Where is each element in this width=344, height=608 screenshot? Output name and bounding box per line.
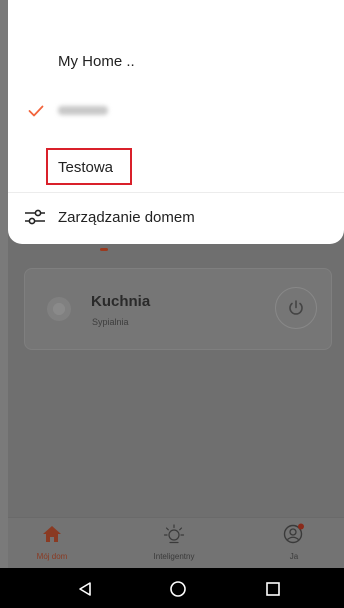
nav-item-home[interactable]: Mój dom xyxy=(12,522,92,561)
device-name: Kuchnia xyxy=(91,293,151,310)
nav-label-smart: Inteligentny xyxy=(153,552,195,561)
recent-apps-button[interactable] xyxy=(262,578,284,600)
home-icon xyxy=(43,526,61,542)
home-option-selected[interactable] xyxy=(8,94,344,134)
highlight-box xyxy=(46,148,132,185)
recent-square-icon xyxy=(266,582,280,596)
tab-indicator xyxy=(100,248,108,251)
nav-label-me: Ja xyxy=(289,552,299,561)
nav-item-me[interactable]: Ja xyxy=(254,522,334,561)
manage-homes-label: Zarządzanie domem xyxy=(58,209,195,226)
home-option-my-home[interactable]: My Home .. xyxy=(8,42,344,82)
device-card[interactable]: Kuchnia Sypialnia xyxy=(24,268,332,350)
screen: Kuchnia Sypialnia Mój dom Inteligentny J… xyxy=(0,0,344,608)
blurred-home-name xyxy=(58,106,108,115)
device-icon xyxy=(47,297,71,321)
power-icon xyxy=(289,300,303,315)
user-icon xyxy=(283,523,304,544)
home-option-label: My Home .. xyxy=(58,53,135,70)
home-button[interactable] xyxy=(167,578,189,600)
back-triangle-icon xyxy=(79,582,91,596)
nav-label-home: Mój dom xyxy=(36,552,68,561)
nav-item-smart[interactable]: Inteligentny xyxy=(134,522,214,561)
sun-icon xyxy=(163,524,185,544)
power-button[interactable] xyxy=(275,287,317,329)
manage-homes-button[interactable]: Zarządzanie domem xyxy=(8,197,344,237)
check-icon xyxy=(28,105,44,117)
sliders-icon xyxy=(25,209,45,225)
home-circle-icon xyxy=(170,581,186,597)
bottom-nav: Mój dom Inteligentny Ja xyxy=(8,517,344,568)
divider xyxy=(8,192,344,193)
system-nav-bar xyxy=(0,568,344,608)
back-button[interactable] xyxy=(74,578,96,600)
home-switcher-sheet: My Home .. Testowa Zarządzanie domem xyxy=(8,0,344,244)
notification-badge xyxy=(298,523,304,530)
device-room: Sypialnia xyxy=(92,317,129,327)
